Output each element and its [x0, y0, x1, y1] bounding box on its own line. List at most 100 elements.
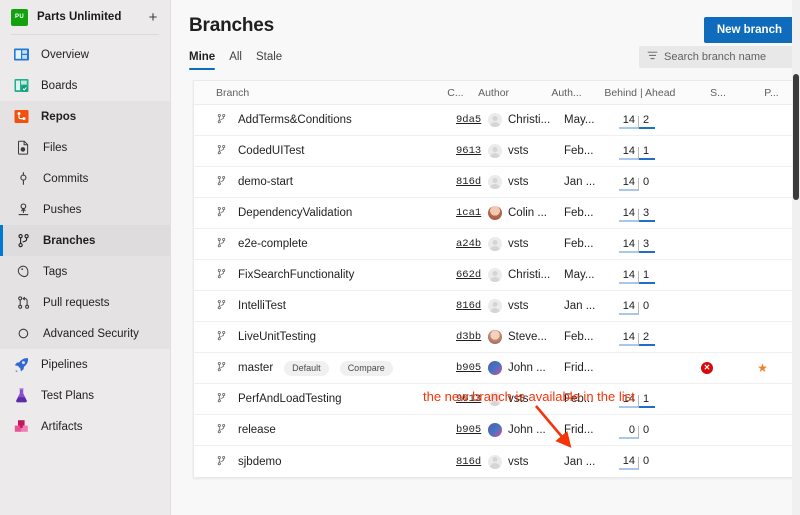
- commit-hash-link[interactable]: a24b: [456, 238, 482, 250]
- table-row[interactable]: DependencyValidation 1ca1 Colin ... Feb.…: [194, 198, 798, 229]
- sidebar-item-advanced-security[interactable]: Advanced Security: [0, 318, 170, 349]
- commit-hash-link[interactable]: 1ca1: [456, 207, 482, 219]
- branch-name[interactable]: DependencyValidation: [238, 207, 352, 219]
- branch-name[interactable]: PerfAndLoadTesting: [238, 393, 342, 405]
- branch-name[interactable]: master: [238, 362, 273, 374]
- branch-icon: [216, 299, 227, 313]
- commit-hash-link[interactable]: 816d: [456, 456, 482, 468]
- commit-hash-link[interactable]: 662d: [456, 269, 482, 281]
- sidebar-item-test-plans[interactable]: Test Plans: [0, 380, 170, 411]
- table-row[interactable]: release b905 John ... Frid... 0 0: [194, 415, 798, 446]
- branch-name[interactable]: IntelliTest: [238, 300, 286, 312]
- author-name: vsts: [508, 393, 529, 405]
- sidebar-item-boards[interactable]: Boards: [0, 70, 170, 101]
- commit-hash-link[interactable]: b905: [456, 362, 482, 374]
- authored-date: Feb...: [564, 207, 594, 219]
- commit-hash-link[interactable]: 816d: [456, 300, 482, 312]
- behind-ahead-cell: 14 1: [619, 267, 679, 284]
- branch-name[interactable]: LiveUnitTesting: [238, 331, 316, 343]
- files-icon: [16, 139, 31, 156]
- table-row[interactable]: FixSearchFunctionality 662d Christi... M…: [194, 260, 798, 291]
- ahead-count: 0: [643, 299, 650, 312]
- sidebar-item-files[interactable]: Files: [0, 132, 170, 163]
- tab-stale[interactable]: Stale: [256, 51, 282, 70]
- column-header-author[interactable]: Author: [478, 87, 551, 99]
- sidebar-item-overview[interactable]: Overview: [0, 39, 170, 70]
- behind-ahead-bar: 14 0: [619, 298, 679, 315]
- branch-name[interactable]: sjbdemo: [238, 456, 281, 468]
- avatar: [488, 113, 502, 127]
- behind-ahead-bar: 14 3: [619, 236, 679, 253]
- column-header-commit[interactable]: C...: [447, 87, 478, 99]
- behind-ahead-bar: 0 0: [619, 422, 679, 439]
- commit-hash-link[interactable]: 9da5: [456, 114, 482, 126]
- author-cell: vsts: [488, 454, 564, 469]
- sidebar-item-tags[interactable]: Tags: [0, 256, 170, 287]
- table-row[interactable]: master Default Compare b905 John ... Frid…: [194, 353, 798, 384]
- table-row[interactable]: demo-start 816d vsts Jan ... 14 0: [194, 167, 798, 198]
- table-row[interactable]: sjbdemo 816d vsts Jan ... 14 0: [194, 446, 798, 477]
- star-icon[interactable]: ★: [757, 362, 768, 374]
- table-row[interactable]: AddTerms&Conditions 9da5 Christi... May.…: [194, 105, 798, 136]
- commit-hash-link[interactable]: 9613: [456, 145, 482, 157]
- author-name: John ...: [508, 424, 546, 436]
- column-header-branch[interactable]: Branch: [194, 87, 447, 99]
- commit-hash-link[interactable]: 9613: [456, 393, 482, 405]
- commit-hash-link[interactable]: b905: [456, 424, 482, 436]
- table-row[interactable]: PerfAndLoadTesting 9613 vsts Feb... 14 1: [194, 384, 798, 415]
- author-name: John ...: [508, 362, 546, 374]
- column-header-authored-date[interactable]: Auth...: [551, 87, 604, 99]
- vertical-scrollbar[interactable]: [792, 0, 800, 515]
- sidebar-item-label: Commits: [43, 172, 89, 185]
- behind-count: 14: [619, 269, 638, 284]
- search-input[interactable]: Search branch name: [664, 51, 766, 63]
- branch-name[interactable]: CodedUITest: [238, 145, 304, 157]
- commit-hash-link[interactable]: d3bb: [456, 331, 482, 343]
- authored-date-cell: May...: [564, 269, 619, 281]
- sidebar-item-pull-requests[interactable]: Pull requests: [0, 287, 170, 318]
- table-row[interactable]: CodedUITest 9613 vsts Feb... 14 1: [194, 136, 798, 167]
- search-branch-container[interactable]: Search branch name: [639, 46, 795, 68]
- ahead-count: 2: [639, 114, 655, 129]
- table-row[interactable]: e2e-complete a24b vsts Feb... 14 3: [194, 229, 798, 260]
- branch-name[interactable]: e2e-complete: [238, 238, 308, 250]
- branch-cell: release: [194, 423, 456, 437]
- branch-name[interactable]: FixSearchFunctionality: [238, 269, 354, 281]
- tab-mine[interactable]: Mine: [189, 51, 216, 70]
- sidebar-item-artifacts[interactable]: Artifacts: [0, 411, 170, 442]
- branch-cell: master Default Compare: [194, 360, 456, 376]
- authored-date: May...: [564, 114, 595, 126]
- table-row[interactable]: IntelliTest 816d vsts Jan ... 14 0: [194, 291, 798, 322]
- commit-cell: 816d: [456, 456, 488, 468]
- sidebar-item-pushes[interactable]: Pushes: [0, 194, 170, 225]
- branch-name[interactable]: demo-start: [238, 176, 293, 188]
- column-header-pr[interactable]: P...: [745, 87, 798, 99]
- ahead-count: 3: [639, 207, 655, 222]
- branch-badge[interactable]: Default: [284, 360, 329, 376]
- branch-cell: FixSearchFunctionality: [194, 268, 456, 282]
- sidebar-item-pipelines[interactable]: Pipelines: [0, 349, 170, 380]
- behind-ahead-bar: 14 1: [619, 143, 679, 160]
- repos-icon: [13, 108, 30, 125]
- new-branch-button[interactable]: New branch: [703, 17, 795, 43]
- error-icon[interactable]: ✕: [701, 362, 713, 374]
- project-header[interactable]: PU Parts Unlimited +: [0, 0, 170, 34]
- add-project-button[interactable]: +: [146, 10, 160, 25]
- branch-badge[interactable]: Compare: [339, 360, 393, 376]
- pull-requests-icon: [16, 294, 31, 311]
- branch-name[interactable]: AddTerms&Conditions: [238, 114, 352, 126]
- commit-hash-link[interactable]: 816d: [456, 176, 482, 188]
- table-row[interactable]: LiveUnitTesting d3bb Steve... Feb... 14 …: [194, 322, 798, 353]
- sidebar-item-repos[interactable]: Repos: [0, 101, 170, 132]
- scrollbar-thumb[interactable]: [793, 74, 799, 200]
- behind-ahead-cell: 14 1: [619, 143, 679, 160]
- behind-ahead-bar: 14 0: [619, 174, 679, 191]
- behind-count: 14: [619, 455, 638, 470]
- column-header-behind-ahead[interactable]: Behind | Ahead: [604, 87, 691, 99]
- column-header-status[interactable]: S...: [691, 87, 745, 99]
- sidebar-item-commits[interactable]: Commits: [0, 163, 170, 194]
- sidebar-item-branches[interactable]: Branches: [0, 225, 170, 256]
- branch-name[interactable]: release: [238, 424, 276, 436]
- avatar: [488, 175, 502, 189]
- tab-all[interactable]: All: [229, 51, 242, 70]
